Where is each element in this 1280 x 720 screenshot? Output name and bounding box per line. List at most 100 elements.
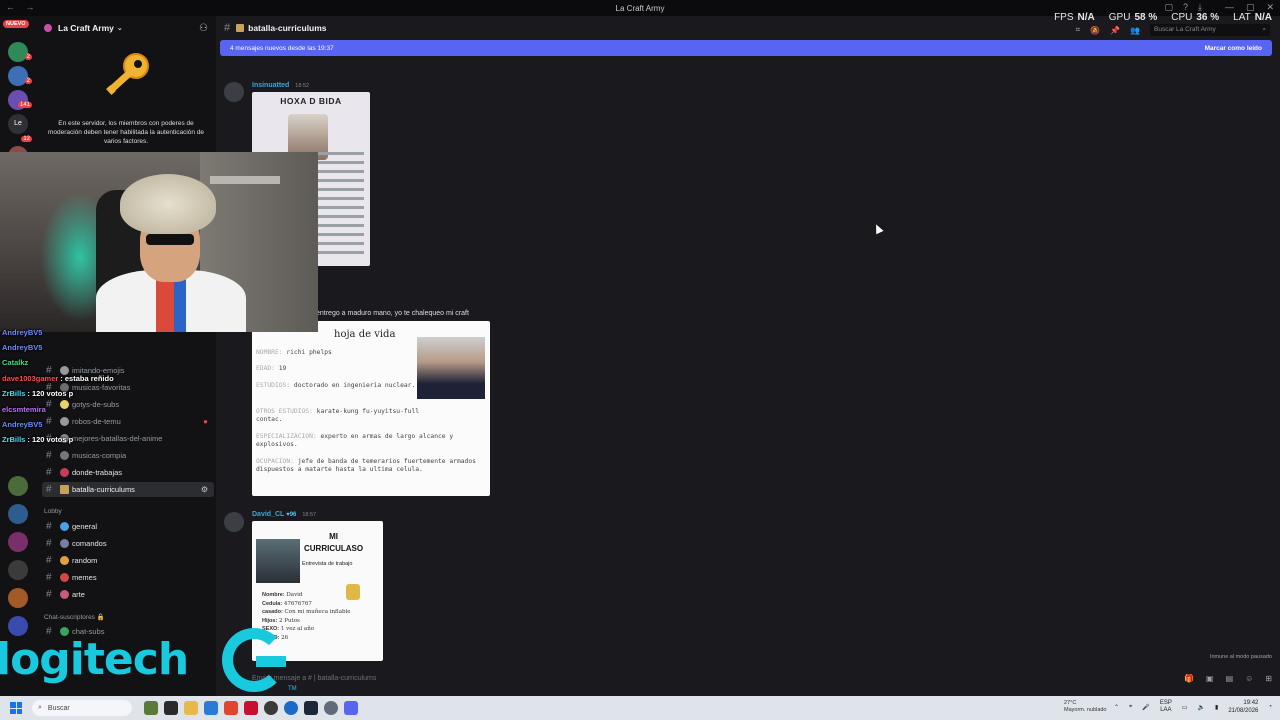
category-lobby[interactable]: Lobby: [44, 508, 62, 515]
gift-icon[interactable]: 🎁: [1184, 674, 1194, 683]
hash-icon: #: [46, 450, 52, 461]
file-explorer-icon[interactable]: [184, 701, 198, 715]
settings-gear-icon[interactable]: ⚙: [201, 485, 208, 494]
hash-icon: #: [46, 467, 52, 478]
app-icon[interactable]: [204, 701, 218, 715]
weather-widget[interactable]: 27°C Mayorm. nublado: [1064, 700, 1107, 714]
search-input[interactable]: Buscar La Craft Army ⌕: [1150, 24, 1270, 36]
tray-chevron-icon[interactable]: ⌃: [1114, 704, 1119, 711]
mfa-text: En este servidor, los miembros con poder…: [47, 120, 205, 145]
attachment-image[interactable]: hoja de vida NOMBRE: richi phelps EDAD: …: [252, 321, 490, 496]
pin-icon[interactable]: 📌: [1110, 26, 1120, 35]
channel-item[interactable]: # robos-de-temu ●: [42, 414, 214, 429]
channel-item[interactable]: # gotys-de-subs: [42, 397, 214, 412]
hash-icon: #: [46, 416, 52, 427]
channel-item[interactable]: # general: [42, 519, 214, 534]
channel-item[interactable]: # donde-trabajas: [42, 465, 214, 480]
portrait-image: [256, 539, 300, 583]
obs-icon[interactable]: [264, 701, 278, 715]
scroll-icon: [60, 485, 69, 494]
taskbar-search-label: Buscar: [47, 704, 70, 712]
message-author[interactable]: Insinuatted 18:52: [252, 82, 309, 89]
server-header[interactable]: La Craft Army ⌄ ⚇: [36, 16, 216, 40]
sunglasses: [146, 234, 194, 245]
avatar[interactable]: [224, 82, 244, 102]
channel-item[interactable]: # random: [42, 553, 214, 568]
channel-name: gotys-de-subs: [72, 400, 120, 409]
logitech-g-bar: [256, 656, 286, 667]
mute-icon[interactable]: 🔕: [1090, 26, 1100, 35]
channel-item-active[interactable]: # batalla-curriculums ⚙: [42, 482, 214, 497]
members-icon[interactable]: 👥: [1130, 26, 1140, 35]
new-messages-banner[interactable]: 4 mensajes nuevos desde las 19:37 Marcar…: [220, 40, 1272, 56]
unread-dot-icon: ●: [203, 417, 208, 426]
server-badge: 141: [17, 102, 32, 108]
threads-icon[interactable]: ⌗: [1076, 25, 1081, 35]
gif-icon[interactable]: ▣: [1206, 674, 1214, 683]
settings-icon[interactable]: [324, 701, 338, 715]
message-author[interactable]: David_CL ♥96 18:57: [252, 511, 316, 518]
message-composer[interactable]: Enviar mensaje a # | batalla-curriculums…: [246, 668, 1272, 688]
channel-item[interactable]: # comandos: [42, 536, 214, 551]
channel-item[interactable]: # musicas-compia: [42, 448, 214, 463]
emoji-icon: [60, 556, 69, 565]
message-time: 18:57: [302, 512, 317, 518]
mark-as-read-button[interactable]: Marcar como leído: [1205, 45, 1262, 52]
brave-icon[interactable]: [224, 701, 238, 715]
author-name: David_CL: [252, 511, 285, 518]
monitor-icon[interactable]: ▭: [1182, 704, 1188, 711]
slowmode-immune-text: Inmune al modo pausado: [1209, 654, 1272, 660]
sticker-icon[interactable]: ▤: [1226, 674, 1234, 683]
app-icon[interactable]: [244, 701, 258, 715]
channel-name: comandos: [72, 539, 107, 548]
cv-row: OCUPACION: jefe de banda de temerarios f…: [256, 458, 476, 473]
window-title: La Craft Army: [615, 3, 665, 13]
location-icon[interactable]: ⌖: [1129, 704, 1132, 711]
mic-icon[interactable]: 🎤: [1142, 704, 1149, 711]
server-badge: 2: [24, 54, 32, 60]
server-icon[interactable]: [8, 588, 28, 608]
card-title: HOXA D BIDA: [280, 96, 342, 106]
volume-icon[interactable]: 🔈: [1198, 704, 1205, 711]
server-icon[interactable]: [8, 532, 28, 552]
chevron-down-icon: ⌄: [116, 25, 123, 32]
server-icon[interactable]: [8, 476, 28, 496]
app-icon[interactable]: [144, 701, 158, 715]
category-label: Lobby: [44, 508, 62, 515]
task-view-icon[interactable]: [164, 701, 178, 715]
nav-arrows-icon[interactable]: ← →: [6, 2, 39, 12]
apps-icon[interactable]: ⊞: [1265, 674, 1272, 683]
system-tray: ⌃ ⌖ 🎤 ESP LAA ▭ 🔈 ▮ 19:42 21/08/2026 ◔: [1114, 699, 1272, 715]
avatar[interactable]: [224, 512, 244, 532]
server-icon[interactable]: [8, 504, 28, 524]
message-time: 18:52: [295, 83, 310, 89]
steam-icon[interactable]: [304, 701, 318, 715]
streamer-hair: [120, 174, 216, 234]
notification-icon[interactable]: ◔: [1268, 704, 1272, 710]
emoji-icon[interactable]: ☺: [1245, 674, 1253, 683]
channel-item[interactable]: # arte: [42, 587, 214, 602]
language-indicator[interactable]: ESP LAA: [1160, 700, 1172, 714]
channel-name: donde-trabajas: [72, 468, 123, 477]
category-subs[interactable]: Chat-suscriptores 🔒: [44, 613, 105, 621]
hash-icon: #: [46, 538, 52, 549]
windows-start-icon[interactable]: [10, 702, 22, 714]
chat-line: dave1003gamer: estaba reñido: [2, 374, 114, 383]
server-icon[interactable]: Le: [8, 114, 28, 134]
chat-line: AndreyBV5: [2, 328, 43, 337]
discord-icon[interactable]: [344, 701, 358, 715]
portrait-image: [417, 337, 485, 399]
weather-temp: 27°C: [1064, 700, 1077, 706]
author-name: Insinuatted: [252, 82, 290, 89]
search-icon: ⌕: [1262, 26, 1266, 33]
clock[interactable]: 19:42 21/08/2026: [1228, 699, 1258, 715]
taskbar-search[interactable]: ⌕ Buscar: [32, 700, 132, 716]
channel-item[interactable]: # memes: [42, 570, 214, 585]
chrome-icon[interactable]: [284, 701, 298, 715]
battery-icon[interactable]: ▮: [1215, 704, 1218, 711]
performance-overlay: FPS N/A GPU 58 % CPU 36 % LAT N/A: [1054, 12, 1272, 23]
trademark: TM: [288, 686, 297, 692]
server-icon[interactable]: [8, 560, 28, 580]
card-subtitle: Entrevista de trabajo: [302, 561, 353, 567]
add-member-icon[interactable]: ⚇: [199, 23, 208, 34]
